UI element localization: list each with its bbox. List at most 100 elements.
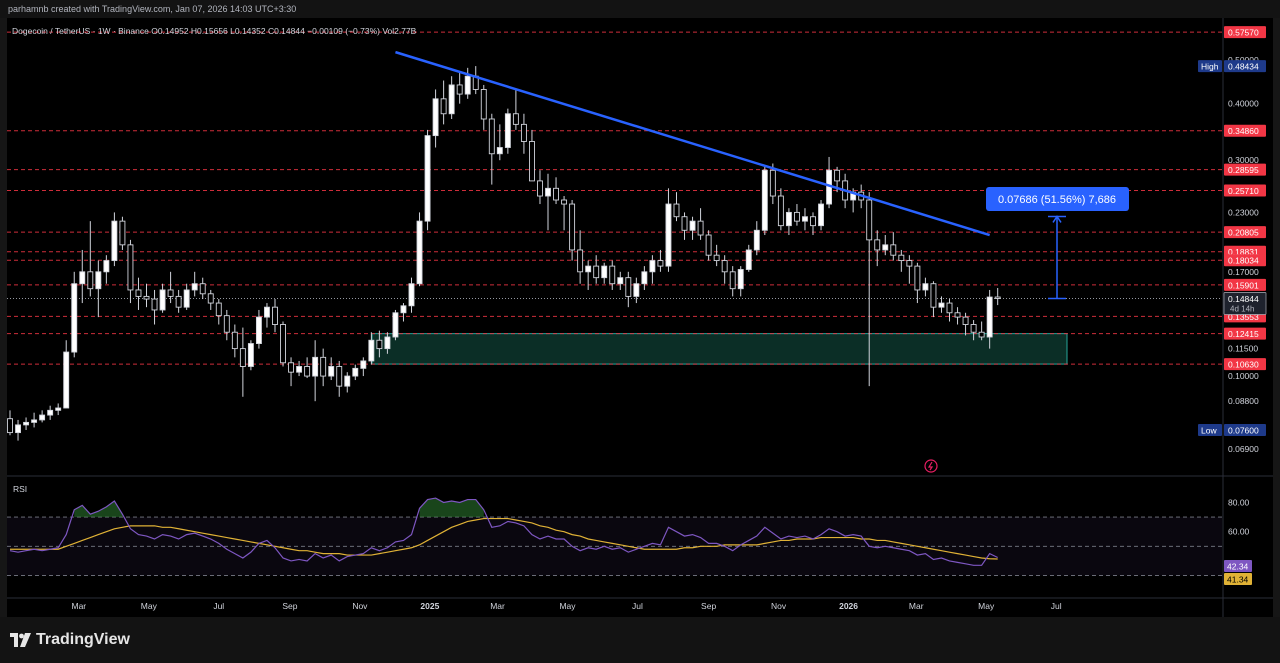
candle <box>529 129 535 182</box>
candle-body-up <box>504 113 511 148</box>
candle <box>95 260 102 318</box>
candle-body-down <box>529 141 535 182</box>
candle <box>553 177 559 205</box>
candle-body-up <box>753 229 760 251</box>
resistance-price-label: 0.12415 <box>1228 329 1259 339</box>
candle <box>288 357 294 387</box>
candle <box>930 281 937 318</box>
candle <box>721 255 728 284</box>
candle-body-down <box>280 324 286 364</box>
candle-body-up <box>71 283 78 353</box>
candle-body-down <box>272 306 278 325</box>
candle-body-down <box>681 216 688 231</box>
candle <box>593 255 600 284</box>
symbol-legend[interactable]: Dogecoin / TetherUS · 1W · Binance O0.14… <box>12 26 416 36</box>
candle-body-down <box>769 169 776 197</box>
candle-body-down <box>898 254 905 262</box>
candle-body-up <box>15 424 21 434</box>
candle-body-down <box>777 195 784 227</box>
candle <box>239 327 246 397</box>
rsi-tick-label: 60.00 <box>1228 527 1250 537</box>
candle-body-up <box>352 367 359 377</box>
price-tick-label: 0.40000 <box>1228 99 1259 109</box>
candle-body-down <box>609 265 616 285</box>
candle-body-up <box>649 260 656 273</box>
candle <box>753 221 760 256</box>
candle-body-up <box>400 305 407 314</box>
candle <box>7 410 13 436</box>
time-tick-label: Nov <box>352 601 368 611</box>
candle-body-down <box>520 123 527 142</box>
candle-body-up <box>496 147 503 155</box>
candle <box>496 124 503 161</box>
candle-body-down <box>930 283 937 308</box>
price-range-measure[interactable]: 0.07686 (51.56%) 7,686 <box>986 187 1129 300</box>
candle <box>898 249 905 272</box>
time-tick-label: Sep <box>701 601 716 611</box>
candle <box>874 230 881 267</box>
candle <box>906 255 913 284</box>
candle-body-up <box>818 203 824 227</box>
candle-body-down <box>866 199 873 241</box>
candle-body-down <box>320 356 327 377</box>
candle-body-down <box>215 302 222 317</box>
candle <box>416 212 423 287</box>
candle-body-down <box>561 199 568 205</box>
candle <box>946 299 953 322</box>
candle-body-up <box>785 211 792 227</box>
candle <box>818 199 824 231</box>
time-tick-label: Nov <box>771 601 787 611</box>
current-price-value: 0.14844 <box>1228 294 1259 304</box>
candle <box>392 309 399 341</box>
candle-body-down <box>304 366 311 377</box>
candle <box>625 271 632 308</box>
candle-body-down <box>834 169 841 182</box>
candle-body-up <box>665 203 672 267</box>
candle <box>255 309 262 349</box>
candle-body-up <box>448 84 455 115</box>
rsi-panel: 80.00 60.00 42.34 41.34 <box>7 497 1252 585</box>
candle <box>520 113 527 154</box>
candle <box>504 108 511 154</box>
candle-body-up <box>802 216 808 222</box>
candle <box>649 255 656 284</box>
resistance-price-label: 0.18034 <box>1228 256 1259 266</box>
candle <box>360 357 367 377</box>
candle-body-down <box>994 296 1001 299</box>
candle <box>665 188 672 272</box>
candle <box>994 287 1001 306</box>
candle <box>408 277 415 313</box>
high-value: 0.48434 <box>1228 62 1259 72</box>
candle <box>673 192 680 222</box>
candle-body-down <box>810 216 816 227</box>
candle-body-down <box>793 211 800 222</box>
low-label: Low <box>1201 425 1217 435</box>
candle-body-down <box>569 203 576 251</box>
candle-body-up <box>922 283 929 291</box>
candle-body-up <box>264 306 270 318</box>
rsi-title[interactable]: RSI <box>13 484 27 494</box>
candle <box>512 89 519 130</box>
candle <box>448 76 455 119</box>
time-tick-label: Mar <box>490 601 505 611</box>
candle <box>352 364 359 381</box>
candle <box>135 277 142 310</box>
candle-body-up <box>617 277 624 285</box>
candle <box>761 166 768 236</box>
candle <box>223 309 230 341</box>
candle <box>215 299 222 325</box>
tradingview-brand[interactable]: TradingView <box>10 631 130 649</box>
candle <box>561 196 568 231</box>
candle <box>304 357 311 379</box>
candle-body-down <box>512 113 519 125</box>
chart-svg[interactable]: 0.07686 (51.56%) 7,686 80.00 60.00 42.34 41… <box>0 0 1280 663</box>
support-zone[interactable] <box>371 333 1068 365</box>
descending-trendline[interactable] <box>395 50 991 237</box>
candle <box>159 283 166 313</box>
candle-body-up <box>938 302 945 308</box>
candle-body-up <box>416 220 423 285</box>
candle-body-up <box>432 98 439 137</box>
resistance-price-label: 0.34860 <box>1228 126 1259 136</box>
candle <box>103 255 110 284</box>
candle <box>713 244 720 267</box>
